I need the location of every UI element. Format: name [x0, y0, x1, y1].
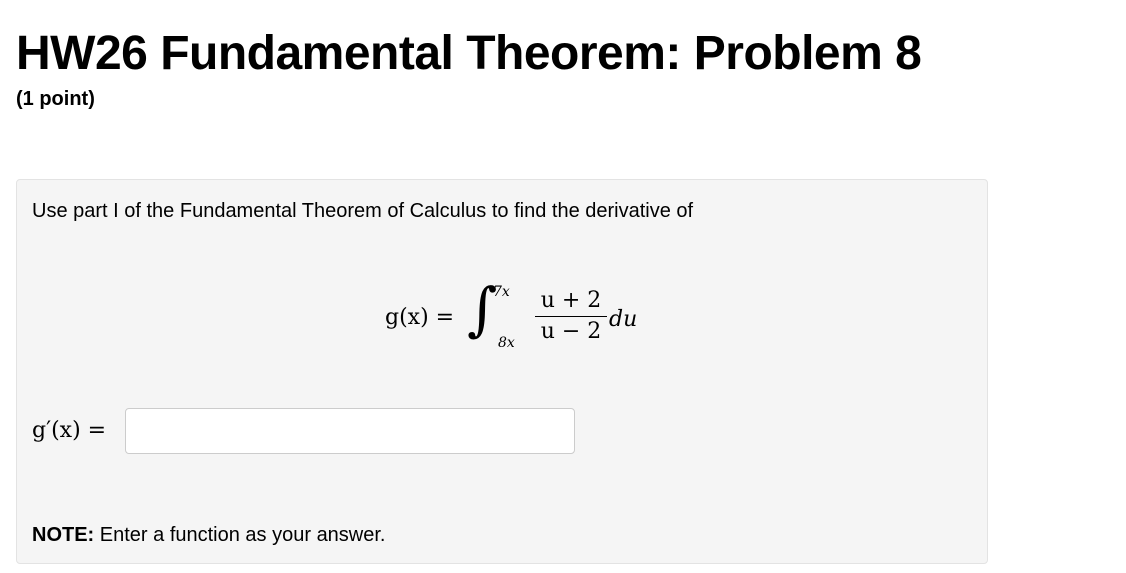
problem-box: Use part I of the Fundamental Theorem of…	[16, 179, 988, 564]
problem-prompt: Use part I of the Fundamental Theorem of…	[32, 200, 694, 222]
page-title: HW26 Fundamental Theorem: Problem 8	[16, 27, 922, 80]
integrand-fraction: u + 2 u − 2	[535, 288, 607, 345]
equation-lhs: g(x) =	[385, 305, 455, 330]
points-label: (1 point)	[16, 88, 95, 110]
note-label: NOTE:	[32, 524, 95, 546]
fraction-denominator: u − 2	[540, 319, 602, 344]
fraction-bar	[535, 316, 607, 317]
fraction-numerator: u + 2	[540, 288, 602, 313]
integral-lower-limit: 8x	[498, 335, 515, 351]
integral-upper-limit: 7x	[493, 284, 510, 300]
note-text: Enter a function as your answer.	[94, 524, 386, 546]
answer-input[interactable]	[125, 408, 575, 454]
note: NOTE: Enter a function as your answer.	[32, 523, 386, 547]
integral-equation: g(x) = ∫ 7x 8x u + 2 u − 2 du	[385, 275, 685, 358]
answer-label: g′(x) =	[32, 418, 107, 443]
differential: du	[609, 307, 638, 332]
